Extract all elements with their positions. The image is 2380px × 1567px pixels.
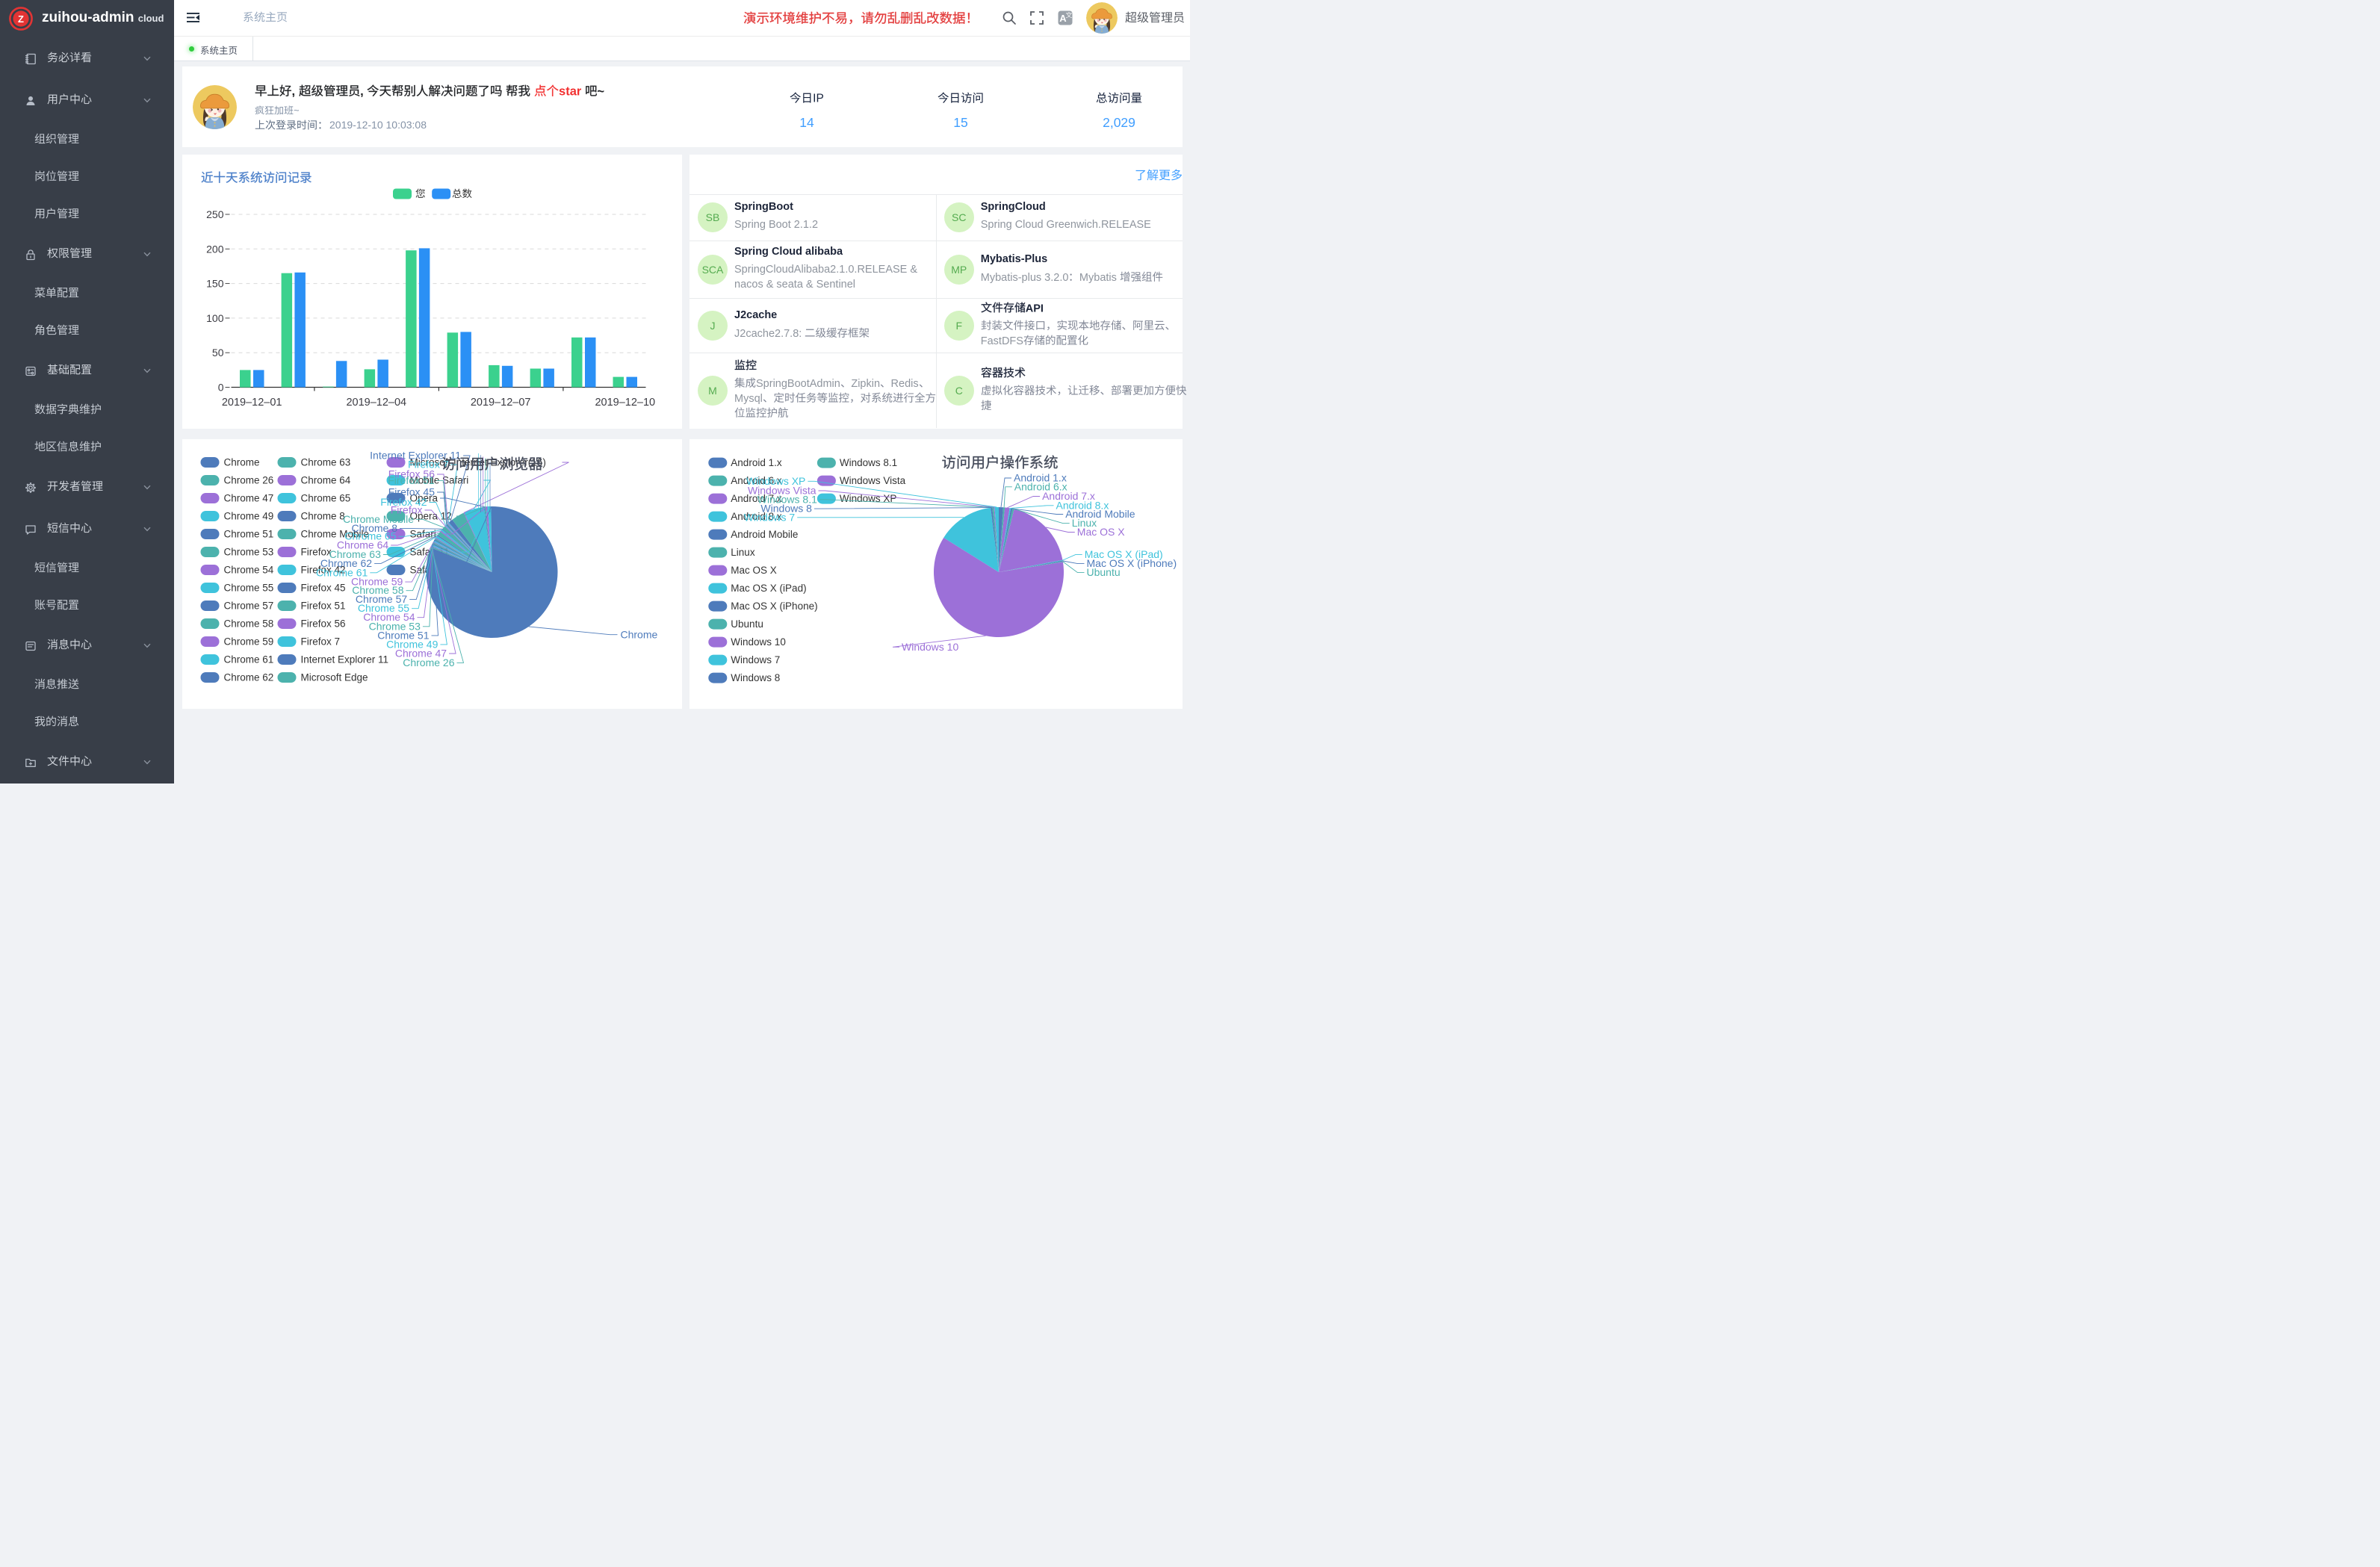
svg-text:0: 0 bbox=[217, 382, 223, 394]
svg-text:Firefox 51: Firefox 51 bbox=[388, 474, 434, 486]
svg-text:Mac OS X (iPad): Mac OS X (iPad) bbox=[731, 583, 806, 594]
svg-text:Mac OS X: Mac OS X bbox=[1077, 526, 1125, 538]
svg-text:Chrome 51: Chrome 51 bbox=[223, 529, 273, 540]
svg-text:250: 250 bbox=[206, 208, 224, 220]
svg-text:Chrome 63: Chrome 63 bbox=[300, 457, 350, 468]
svg-text:Firefox: Firefox bbox=[300, 547, 332, 558]
svg-text:Chrome: Chrome bbox=[223, 457, 259, 468]
svg-text:50: 50 bbox=[211, 347, 223, 359]
svg-text:Microsoft Edge: Microsoft Edge bbox=[300, 672, 368, 683]
svg-text:Chrome 53: Chrome 53 bbox=[223, 547, 273, 558]
svg-text:Windows Vista: Windows Vista bbox=[840, 475, 906, 486]
svg-text:Linux: Linux bbox=[731, 547, 755, 558]
svg-text:Chrome 57: Chrome 57 bbox=[223, 601, 273, 612]
svg-text:Chrome 54: Chrome 54 bbox=[223, 565, 273, 576]
svg-text:Chrome 26: Chrome 26 bbox=[403, 657, 454, 668]
svg-text:Chrome 49: Chrome 49 bbox=[223, 511, 273, 522]
svg-text:2019–12–04: 2019–12–04 bbox=[346, 397, 406, 409]
svg-text:Ubuntu: Ubuntu bbox=[731, 618, 763, 630]
svg-text:Ubuntu: Ubuntu bbox=[1087, 566, 1121, 578]
svg-text:Windows 8.1: Windows 8.1 bbox=[840, 457, 897, 468]
svg-text:100: 100 bbox=[206, 312, 224, 324]
svg-text:Chrome 26: Chrome 26 bbox=[223, 475, 273, 486]
svg-text:Chrome 59: Chrome 59 bbox=[223, 636, 273, 648]
svg-text:200: 200 bbox=[206, 243, 224, 255]
svg-text:2019–12–01: 2019–12–01 bbox=[221, 397, 282, 409]
svg-text:Chrome 62: Chrome 62 bbox=[223, 672, 273, 683]
svg-text:Windows 10: Windows 10 bbox=[731, 636, 786, 648]
svg-text:Android Mobile: Android Mobile bbox=[731, 529, 798, 540]
svg-text:Z: Z bbox=[18, 13, 24, 25]
svg-text:Internet Explorer 11: Internet Explorer 11 bbox=[300, 654, 388, 665]
svg-text:Firefox 51: Firefox 51 bbox=[300, 601, 345, 612]
svg-text:2019–12–07: 2019–12–07 bbox=[470, 397, 530, 409]
svg-text:A: A bbox=[1059, 13, 1067, 24]
svg-text:Chrome 65: Chrome 65 bbox=[300, 493, 350, 504]
svg-text:Windows 8: Windows 8 bbox=[731, 672, 780, 683]
svg-text:Chrome 61: Chrome 61 bbox=[223, 654, 273, 665]
svg-text:Chrome: Chrome bbox=[620, 629, 657, 641]
svg-text:150: 150 bbox=[206, 278, 224, 290]
svg-text:Firefox 56: Firefox 56 bbox=[300, 618, 345, 630]
svg-text:Mac OS X: Mac OS X bbox=[731, 565, 777, 576]
svg-text:Chrome 58: Chrome 58 bbox=[223, 618, 273, 630]
svg-text:Chrome 47: Chrome 47 bbox=[223, 493, 273, 504]
svg-text:Chrome 8: Chrome 8 bbox=[300, 511, 344, 522]
svg-text:Firefox 7: Firefox 7 bbox=[300, 636, 340, 648]
svg-text:Windows 7: Windows 7 bbox=[731, 654, 780, 665]
svg-text:Chrome 55: Chrome 55 bbox=[223, 583, 273, 594]
svg-text:Mac OS X (iPhone): Mac OS X (iPhone) bbox=[731, 601, 817, 612]
svg-text:Chrome 64: Chrome 64 bbox=[300, 475, 350, 486]
svg-text:2019–12–10: 2019–12–10 bbox=[595, 397, 655, 409]
svg-text:Firefox 45: Firefox 45 bbox=[300, 583, 345, 594]
svg-text:Windows 7: Windows 7 bbox=[744, 511, 796, 523]
svg-text:Android 1.x: Android 1.x bbox=[731, 457, 782, 468]
